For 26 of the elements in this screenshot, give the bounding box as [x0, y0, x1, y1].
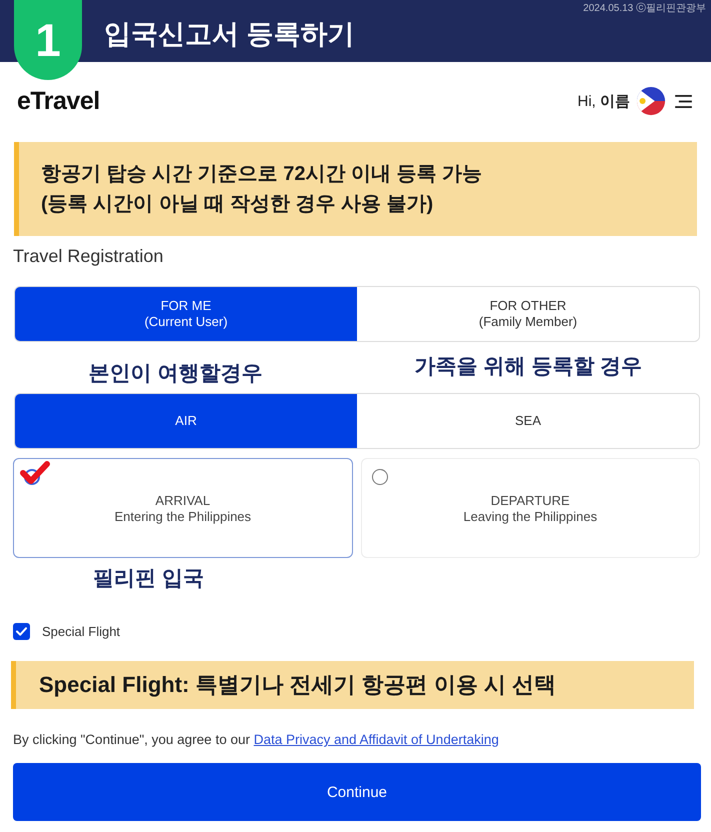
- annotation-check-icon: [20, 461, 50, 485]
- notice-text: Special Flight: 특별기나 전세기 항공편 이용 시 선택: [39, 671, 558, 699]
- agreement-text: By clicking "Continue", you agree to our Data Privacy and Affidavit of Undertaking: [13, 731, 500, 749]
- privacy-link[interactable]: Data Privacy and Affidavit of Undertaking: [254, 732, 499, 747]
- credit-text: 2024.05.13 ⓒ필리핀관광부: [583, 2, 706, 15]
- notice-text: (등록 시간이 아닐 때 작성한 경우 사용 불가): [41, 192, 434, 217]
- radio-button[interactable]: [24, 469, 40, 485]
- radio-button[interactable]: [372, 469, 388, 485]
- notice-text: 항공기 탑승 시간 기준으로 72시간 이내 등록 가능: [41, 162, 484, 187]
- checkbox-label: Special Flight: [42, 624, 120, 638]
- greeting-text: Hi, 이름: [578, 92, 630, 110]
- continue-button[interactable]: Continue: [13, 763, 701, 821]
- app-logo: eTravel: [17, 86, 100, 116]
- option-card[interactable]: DEPARTURE Leaving the Philippines: [360, 458, 700, 558]
- annotation-text: 본인이 여행할경우: [88, 360, 262, 386]
- annotation-text: 가족을 위해 등록할 경우: [414, 354, 642, 380]
- step-badge: 1: [14, 0, 82, 80]
- menu-icon[interactable]: [675, 94, 692, 108]
- page-title: 입국신고서 등록하기: [104, 18, 355, 51]
- toggle-option[interactable]: FOR ME (Current User): [15, 287, 357, 341]
- toggle-option[interactable]: AIR: [15, 394, 357, 448]
- checkbox[interactable]: [13, 622, 30, 640]
- annotation-text: 필리핀 입국: [93, 566, 204, 592]
- option-card[interactable]: ARRIVAL Entering the Philippines: [13, 458, 352, 558]
- section-title: Travel Registration: [13, 245, 164, 268]
- flag-avatar-icon[interactable]: [636, 86, 666, 116]
